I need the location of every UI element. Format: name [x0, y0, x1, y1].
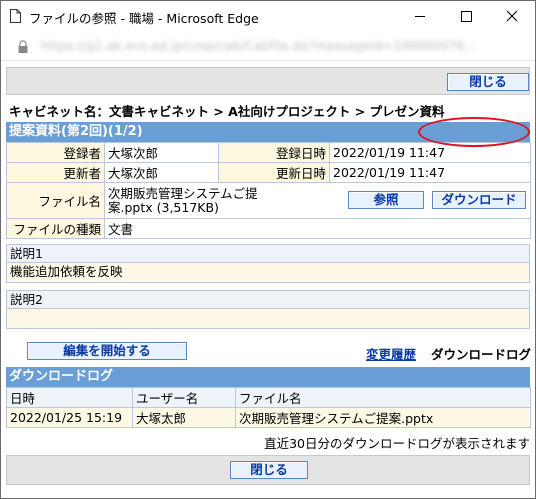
- minimize-icon: [415, 16, 425, 17]
- log-cell-datetime: 2022/01/25 15:19: [6, 407, 133, 428]
- window-title: ファイルの参照 - 職場 - Microsoft Edge: [29, 11, 259, 26]
- log-col-user: ユーザー名: [132, 387, 236, 408]
- filename-cell: 次期販売管理システムご提 案.pptx (3,517KB) 参照 ダウンロード: [104, 182, 531, 219]
- browse-button[interactable]: 参照: [348, 191, 424, 209]
- document-icon: [10, 9, 21, 23]
- registered-at-label: 登録日時: [218, 142, 330, 163]
- page-content: 閉じる キャビネット名：文書キャビネット > A社向けプロジェクト > プレゼン…: [6, 67, 532, 495]
- close-button-bottom[interactable]: 閉じる: [230, 461, 308, 479]
- registrant-label: 登録者: [6, 142, 105, 163]
- file-section-header: 提案資料(第2回)(1/2): [6, 122, 530, 142]
- top-toolbar: 閉じる: [6, 67, 530, 95]
- log-header-row: 日時 ユーザー名 ファイル名: [6, 387, 531, 408]
- download-log-table: 日時 ユーザー名 ファイル名 2022/01/25 15:19 大塚太郎 次期販…: [6, 387, 531, 428]
- download-log-label: ダウンロードログ: [431, 347, 532, 362]
- close-button-top[interactable]: 閉じる: [447, 73, 529, 91]
- log-note: 直近30日分のダウンロードログが表示されます: [264, 436, 530, 451]
- close-icon: [506, 10, 518, 22]
- maximize-icon: [461, 11, 472, 22]
- file-info-table: 登録者 大塚次郎 登録日時 2022/01/19 11:47 更新者 大塚次郎 …: [6, 142, 531, 239]
- registered-at-value: 2022/01/19 11:47: [329, 142, 531, 163]
- table-row: 2022/01/25 15:19 大塚太郎 次期販売管理システムご提案.pptx: [6, 407, 531, 428]
- filetype-value: 文書: [104, 218, 531, 239]
- download-log-header: ダウンロードログ: [6, 367, 530, 387]
- filetype-label: ファイルの種類: [6, 218, 105, 239]
- title-bar: ファイルの参照 - 職場 - Microsoft Edge: [1, 1, 535, 32]
- description1-label: 説明1: [6, 244, 530, 263]
- description2-text: [6, 309, 530, 329]
- lock-icon: [18, 40, 28, 53]
- registrant-value: 大塚次郎: [104, 142, 219, 163]
- close-window-button[interactable]: [489, 1, 535, 32]
- browser-window: ファイルの参照 - 職場 - Microsoft Edge https://g2…: [0, 0, 536, 499]
- start-edit-button[interactable]: 編集を開始する: [27, 342, 187, 360]
- description2-label: 説明2: [6, 290, 530, 309]
- updated-at-label: 更新日時: [218, 162, 330, 183]
- filename-label: ファイル名: [6, 182, 105, 219]
- description1-text: 機能追加依頼を反映: [6, 263, 530, 283]
- bottom-toolbar: 閉じる: [6, 455, 530, 485]
- change-history-link[interactable]: 変更履歴: [366, 344, 416, 363]
- minimize-button[interactable]: [397, 1, 443, 32]
- download-button[interactable]: ダウンロード: [432, 191, 526, 209]
- breadcrumb: キャビネット名：文書キャビネット > A社向けプロジェクト > プレゼン資料: [9, 104, 445, 119]
- log-cell-user: 大塚太郎: [132, 407, 236, 428]
- updated-at-value: 2022/01/19 11:47: [329, 162, 531, 183]
- log-cell-filename: 次期販売管理システムご提案.pptx: [235, 407, 531, 428]
- log-col-datetime: 日時: [6, 387, 133, 408]
- address-bar: https://g2.ak.eco.ad.jp/cmp/cab/Cabfile.…: [1, 32, 535, 61]
- log-col-filename: ファイル名: [235, 387, 531, 408]
- maximize-button[interactable]: [443, 1, 489, 32]
- updater-label: 更新者: [6, 162, 105, 183]
- updater-value: 大塚次郎: [104, 162, 219, 183]
- url-text[interactable]: https://g2.ak.eco.ad.jp/cmp/cab/Cabfile.…: [41, 39, 477, 53]
